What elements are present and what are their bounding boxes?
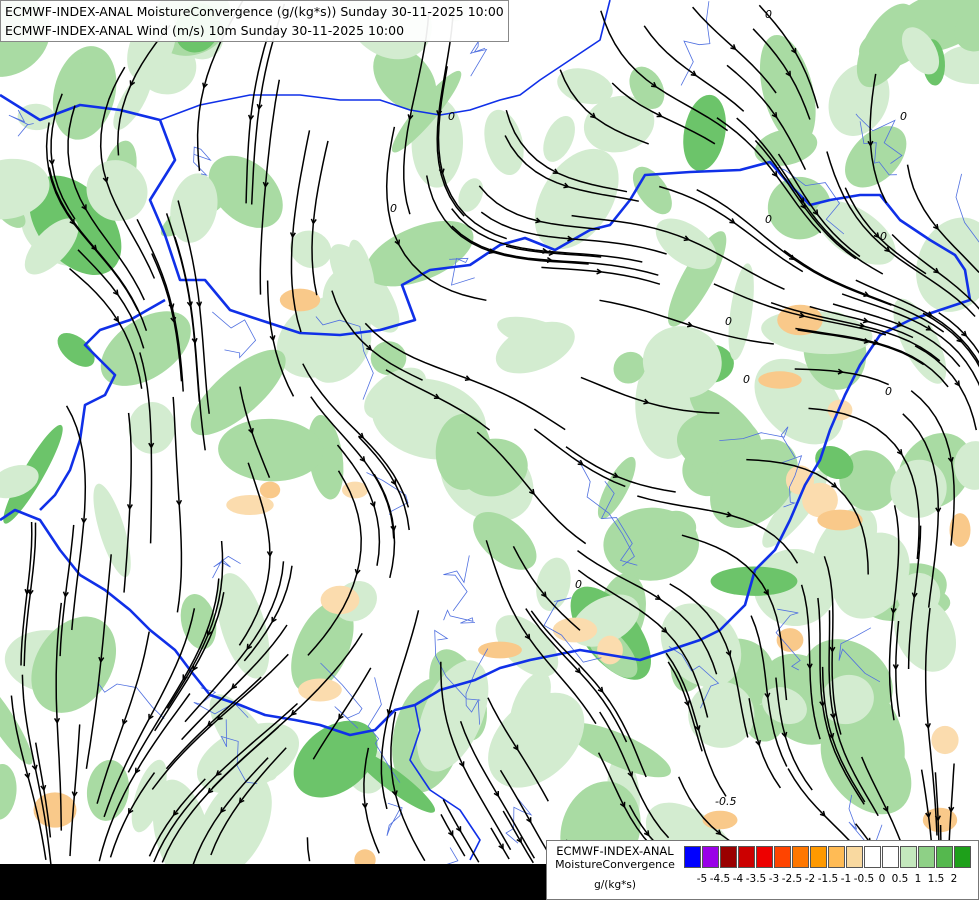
convergence-patch xyxy=(484,109,524,176)
river-line xyxy=(443,609,476,624)
legend-swatch xyxy=(936,846,953,868)
contour-label: 0 xyxy=(885,385,892,398)
contour-label: 0 xyxy=(880,230,887,243)
legend-tick-label: -4.5 xyxy=(709,873,731,885)
legend-tick-label: 2 xyxy=(950,873,958,885)
divergence-patch xyxy=(320,585,360,615)
legend-model: ECMWF-INDEX-ANAL xyxy=(556,844,674,858)
divergence-patch xyxy=(279,288,321,312)
river-line xyxy=(193,146,212,176)
weather-map: 0000000000-0.5 xyxy=(0,0,979,900)
legend-tick-label: -4 xyxy=(732,873,744,885)
streamline xyxy=(358,436,410,531)
legend-tick-label: -2 xyxy=(804,873,816,885)
map-title: ECMWF-INDEX-ANAL MoistureConvergence (g/… xyxy=(0,0,509,42)
legend-swatch xyxy=(954,846,971,868)
river-line xyxy=(443,555,470,612)
divergence-patch xyxy=(702,810,738,830)
legend-swatch xyxy=(882,846,899,868)
legend-tick-label: -2.5 xyxy=(781,873,803,885)
divergence-patch xyxy=(259,481,281,499)
divergence-patch xyxy=(827,399,853,421)
divergence-patch xyxy=(226,495,274,515)
legend-ticks: -5 -4.5 -4 -3.5 -3 -2.5 -2 -1.5 -1 -0.5 0 0.5 1 1.5 2 xyxy=(684,873,976,891)
title-line-wind: ECMWF-INDEX-ANAL Wind (m/s) 10m Sunday 3… xyxy=(5,23,405,38)
legend-swatch xyxy=(900,846,917,868)
contour-label: 0 xyxy=(900,110,907,123)
divergence-patch xyxy=(758,371,802,389)
contour-label: 0 xyxy=(575,578,582,591)
legend-swatch xyxy=(702,846,719,868)
legend-swatch xyxy=(846,846,863,868)
legend-swatch xyxy=(792,846,809,868)
divergence-patch xyxy=(597,635,623,665)
convergence-patch xyxy=(216,573,270,679)
streamline xyxy=(69,724,81,857)
contour-label: 0 xyxy=(743,373,750,386)
river-line xyxy=(680,1,711,86)
legend: ECMWF-INDEX-ANAL MoistureConvergence g/(… xyxy=(546,840,979,900)
divergence-patch xyxy=(931,725,959,755)
legend-variable: MoistureConvergence xyxy=(555,858,675,871)
legend-tick-label: 1 xyxy=(914,873,922,885)
contour-label: -0.5 xyxy=(715,795,736,808)
legend-tick-label: -3 xyxy=(768,873,780,885)
legend-tick-label: -1.5 xyxy=(817,873,839,885)
contour-label: 0 xyxy=(448,110,455,123)
convergence-patch xyxy=(728,263,754,361)
streamline xyxy=(938,312,979,354)
legend-swatch xyxy=(810,846,827,868)
convergence-patch xyxy=(534,148,619,250)
legend-unit: g/(kg*s) xyxy=(594,879,636,891)
convergence-field xyxy=(0,0,979,887)
legend-swatch xyxy=(774,846,791,868)
convergence-patch xyxy=(180,594,217,650)
legend-swatch xyxy=(720,846,737,868)
legend-swatch xyxy=(828,846,845,868)
legend-swatch xyxy=(918,846,935,868)
contour-label: 0 xyxy=(765,8,772,21)
streamline xyxy=(172,396,183,613)
legend-tick-label: 0.5 xyxy=(891,873,909,885)
convergence-patch xyxy=(0,764,17,820)
streamline xyxy=(65,405,87,631)
legend-swatch xyxy=(738,846,755,868)
divergence-patch xyxy=(478,641,522,659)
river-line xyxy=(366,472,409,515)
river-line xyxy=(469,40,488,77)
divergence-patch xyxy=(552,617,598,643)
contour-label: 0 xyxy=(725,315,732,328)
contour-label: 0 xyxy=(390,202,397,215)
divergence-patch xyxy=(298,678,342,702)
legend-tick-label: -5 xyxy=(696,873,708,885)
legend-swatch xyxy=(756,846,773,868)
legend-tick-label: -1 xyxy=(840,873,852,885)
divergence-patch xyxy=(33,792,77,828)
river-line xyxy=(212,311,257,359)
legend-tick-label: 0 xyxy=(878,873,886,885)
contour-label: 0 xyxy=(765,213,772,226)
legend-title: ECMWF-INDEX-ANAL MoistureConvergence xyxy=(551,844,679,872)
legend-tick-label: -0.5 xyxy=(853,873,875,885)
legend-swatch xyxy=(864,846,881,868)
streamline xyxy=(311,140,329,296)
convergence-patch xyxy=(218,418,324,482)
legend-swatch xyxy=(684,846,701,868)
legend-swatches xyxy=(684,846,972,868)
streamline xyxy=(541,266,661,285)
legend-tick-label: 1.5 xyxy=(927,873,945,885)
streamline xyxy=(306,837,311,862)
legend-tick-label: -3.5 xyxy=(745,873,767,885)
convergence-patch xyxy=(57,332,95,367)
title-line-moisture: ECMWF-INDEX-ANAL MoistureConvergence (g/… xyxy=(5,4,504,19)
